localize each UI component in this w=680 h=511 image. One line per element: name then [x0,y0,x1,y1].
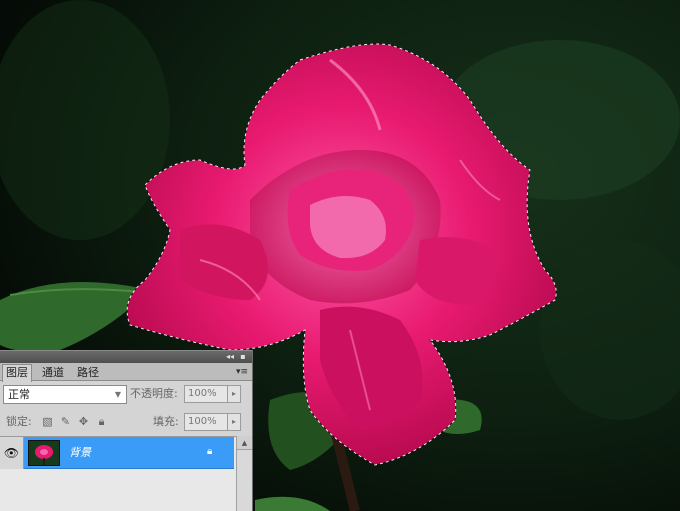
fill-slider-button[interactable]: ▸ [227,413,241,431]
lock-transparent-icon[interactable]: ▧ [41,415,54,428]
tab-layers[interactable]: 图层 [2,364,32,382]
blend-mode-select[interactable]: 正常 ▼ [3,385,127,404]
layer-row-background[interactable]: 👁︎ 背景 🔒︎ [0,437,234,469]
lock-label: 锁定: [6,415,32,428]
opacity-field[interactable]: 100% [184,385,228,403]
lock-image-icon[interactable]: ✎ [59,415,72,428]
layers-panel: ◂◂ ▪ 图层 通道 路径 ▾≡ 正常 ▼ 不透明度: 100% ▸ 锁定: ▧… [0,350,253,511]
opacity-slider-button[interactable]: ▸ [227,385,241,403]
tab-paths[interactable]: 路径 [73,364,103,381]
double-chevron-left-icon[interactable]: ◂◂ [224,351,236,363]
layer-thumbnail [28,440,60,466]
close-icon[interactable]: ▪ [237,351,249,363]
lock-all-icon[interactable]: 🔒︎ [95,415,108,428]
fill-label: 填充: [153,415,179,428]
tab-channels[interactable]: 通道 [38,364,68,381]
panel-titlebar[interactable]: ◂◂ ▪ [0,351,252,363]
layer-list: 👁︎ 背景 🔒︎ [0,436,236,511]
visibility-toggle[interactable]: 👁︎ [0,437,24,469]
chevron-down-icon: ▼ [114,390,122,399]
fill-field[interactable]: 100% [184,413,228,431]
scroll-up-icon[interactable]: ▲ [237,436,252,450]
panel-menu-icon[interactable]: ▾≡ [235,365,249,379]
opacity-label: 不透明度: [130,387,178,400]
blend-mode-value: 正常 [8,388,30,401]
rose-thumbnail-icon [29,441,59,465]
lock-row: 锁定: ▧ ✎ ✥ 🔒︎ 填充: 100% ▸ [0,410,253,434]
eye-icon: 👁︎ [3,446,20,460]
panel-tab-row: 图层 通道 路径 ▾≡ [0,363,252,382]
layer-name[interactable]: 背景 [69,437,91,469]
lock-icon: 🔒︎ [207,446,213,457]
layer-list-scrollbar[interactable]: ▲ [236,436,252,511]
blend-row: 正常 ▼ 不透明度: 100% ▸ [0,382,253,406]
lock-position-icon[interactable]: ✥ [77,415,90,428]
